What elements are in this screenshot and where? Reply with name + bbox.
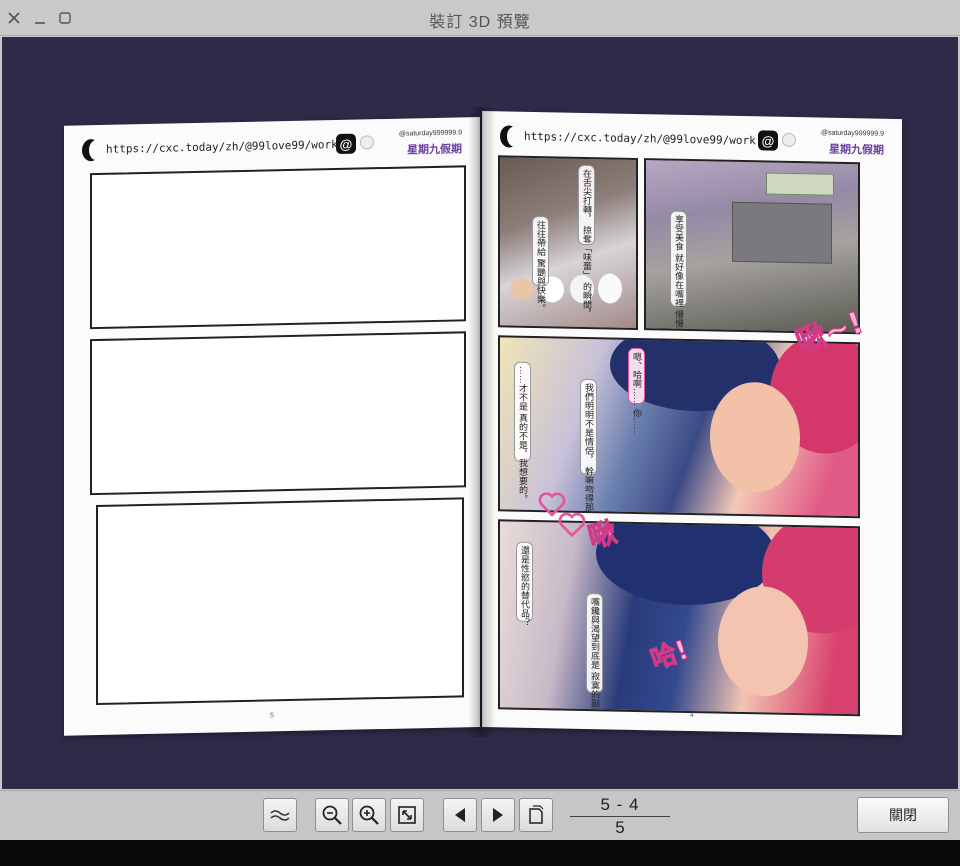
comic-panel-kiss-1: 嗯、哈啊…… 你…… 我們明明不是情侶， 幹嘛吻得那麼過分？ ……才不是 真的不… (498, 335, 860, 519)
window-title: 裝訂 3D 預覽 (429, 14, 531, 31)
header-handle: @saturday999999.9 (398, 129, 462, 138)
speech-bubble: 嗯、哈啊…… 你…… (628, 347, 645, 436)
speech-bubble: ……才不是 真的不是，我想要的。 (514, 361, 531, 503)
speech-bubble: 享受美食 就好像在嘴裡 慢慢發酵的喜歡。 (670, 210, 687, 334)
page-current: 5 - 4 (600, 795, 640, 814)
wave-view-icon (270, 810, 290, 821)
snowman-figure (598, 273, 622, 304)
moon-logo-icon (82, 138, 100, 162)
page-header: https://cxc.today/zh/@99love99/work @ @s… (82, 129, 462, 163)
3d-preview-viewport[interactable]: https://cxc.today/zh/@99love99/work @ @s… (2, 37, 958, 789)
header-url: https://cxc.today/zh/@99love99/work (106, 137, 338, 156)
comic-panel-kiss-2: 還是性慾的替代品？ 嘴饞與渴望到底是 寂寞的副作物， (498, 519, 860, 717)
page-single-button[interactable] (519, 798, 553, 832)
snowman-figure (510, 277, 534, 300)
page-number: 5 (270, 712, 274, 720)
face (718, 585, 808, 698)
avatar-icon (782, 132, 796, 148)
bottom-toolbar: 5 - 4 5 關閉 (0, 790, 960, 840)
face (710, 381, 800, 494)
empty-panel (90, 165, 466, 330)
heart-icon (558, 512, 586, 537)
avatar-icon (360, 135, 374, 150)
header-handle: @saturday999999.9 (820, 129, 884, 138)
prev-page-icon (455, 808, 465, 822)
page-single-icon (529, 805, 544, 824)
page-total: 5 (615, 818, 625, 837)
title-bar: 裝訂 3D 預覽 (0, 0, 960, 36)
page-header: https://cxc.today/zh/@99love99/work @ @s… (500, 123, 884, 157)
fit-view-button[interactable] (390, 798, 424, 832)
zoom-in-button[interactable] (352, 798, 386, 832)
speech-bubble: 我們明明不是情侶， 幹嘛吻得那麼過分？ (580, 378, 597, 518)
next-page-icon (493, 808, 503, 822)
zoom-out-button[interactable] (315, 798, 349, 832)
threads-icon: @ (758, 130, 778, 151)
close-button[interactable]: 關閉 (857, 797, 949, 833)
page-counter: 5 - 4 5 (570, 795, 670, 837)
next-page-button[interactable] (481, 798, 515, 832)
right-page: https://cxc.today/zh/@99love99/work @ @s… (482, 111, 902, 736)
speech-bubble: 往往帶給 驚艷與快樂。 (532, 215, 549, 313)
header-brand: 星期九假期 (407, 143, 462, 157)
fit-view-icon (398, 806, 416, 824)
moon-logo-icon (500, 125, 518, 148)
empty-panel (90, 331, 466, 496)
wave-view-button[interactable] (263, 798, 297, 832)
speech-bubble: 在舌尖打轉， 掠奪「味蕾」 的瞬間， (578, 164, 595, 318)
building (732, 201, 832, 264)
open-book: https://cxc.today/zh/@99love99/work @ @s… (2, 37, 958, 789)
zoom-in-icon (359, 805, 379, 825)
preview-window: 裝訂 3D 預覽 https://cxc.today/zh/@99love99/… (0, 0, 960, 840)
billboard (766, 172, 834, 196)
zoom-out-icon (322, 805, 342, 825)
header-url: https://cxc.today/zh/@99love99/work (524, 129, 756, 148)
speech-bubble: 還是性慾的替代品？ (516, 541, 533, 627)
header-brand: 星期九假期 (829, 143, 884, 157)
bottom-strip (0, 840, 960, 866)
speech-bubble: 嘴饞與渴望到底是 寂寞的副作物， (586, 592, 603, 716)
counter-divider (570, 816, 670, 817)
prev-page-button[interactable] (443, 798, 477, 832)
comic-panel-food: 在舌尖打轉， 掠奪「味蕾」 的瞬間， 往往帶給 驚艷與快樂。 (498, 155, 638, 330)
threads-icon: @ (336, 133, 356, 155)
empty-panel (96, 497, 464, 706)
left-page: https://cxc.today/zh/@99love99/work @ @s… (64, 117, 480, 736)
